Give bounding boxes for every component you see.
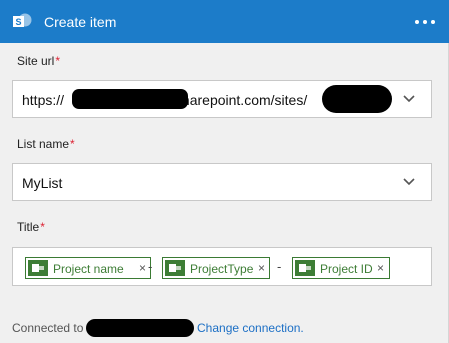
create-item-card: S Create item Site url* https://.sharepo… <box>0 0 449 343</box>
token-project-name[interactable]: Project name × <box>25 257 151 279</box>
sharepoint-token-icon <box>165 260 185 276</box>
svg-text:S: S <box>15 17 21 27</box>
sharepoint-logo-icon: S <box>13 13 32 27</box>
chevron-down-icon <box>403 178 415 186</box>
sharepoint-token-icon <box>28 260 48 276</box>
separator-text: - <box>277 259 282 274</box>
token-label: Project name <box>53 262 124 276</box>
ellipsis-icon <box>415 20 419 24</box>
token-project-type[interactable]: ProjectType × <box>162 257 270 279</box>
site-url-label: Site url* <box>17 54 61 68</box>
card-header: S Create item <box>0 0 449 43</box>
card-title: Create item <box>44 14 117 30</box>
redacted-account <box>86 319 194 337</box>
title-input[interactable]: Project name × - ProjectType × - Project… <box>12 247 432 286</box>
title-label: Title* <box>17 220 45 234</box>
remove-token-button[interactable]: × <box>258 261 265 275</box>
token-label: Project ID <box>320 262 373 276</box>
more-options-button[interactable] <box>413 13 437 29</box>
change-connection-link[interactable]: Change connection. <box>197 321 304 335</box>
redacted-site <box>322 85 392 113</box>
separator-text: - <box>148 259 153 274</box>
token-label: ProjectType <box>190 262 254 276</box>
token-project-id[interactable]: Project ID × <box>292 257 390 279</box>
site-url-dropdown[interactable]: https://.sharepoint.com/sites/ <box>12 80 432 118</box>
connection-footer: Connected to Change connection. <box>12 319 304 337</box>
list-name-value: MyList <box>22 175 63 191</box>
sharepoint-token-icon <box>295 260 315 276</box>
remove-token-button[interactable]: × <box>377 261 384 275</box>
list-name-dropdown[interactable]: MyList <box>12 163 432 201</box>
connected-to-label: Connected to <box>12 321 84 335</box>
list-name-label: List name* <box>17 137 75 151</box>
required-mark: * <box>55 54 61 68</box>
required-mark: * <box>40 220 45 234</box>
redacted-tenant <box>72 89 188 109</box>
required-mark: * <box>70 137 75 151</box>
remove-token-button[interactable]: × <box>139 261 146 275</box>
chevron-down-icon <box>403 95 415 103</box>
